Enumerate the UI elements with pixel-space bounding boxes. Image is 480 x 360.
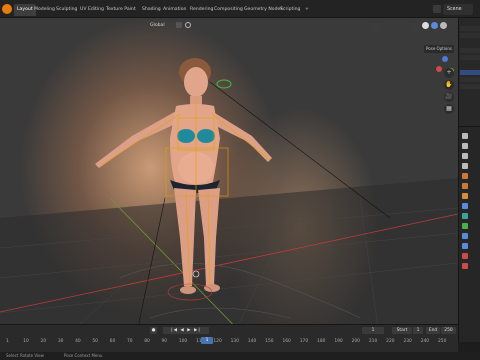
frame-number: 210 — [368, 339, 378, 344]
frame-number: 240 — [420, 339, 430, 344]
start-frame-field[interactable]: 1 — [413, 327, 423, 334]
frame-number: 190 — [334, 339, 343, 344]
frame-number: 20 — [40, 339, 47, 344]
modifier-properties-icon[interactable] — [462, 203, 468, 209]
frame-number: 230 — [403, 339, 412, 344]
viewport-canvas — [0, 58, 458, 342]
frame-number: 30 — [57, 339, 64, 344]
tool-properties-icon[interactable] — [462, 133, 468, 139]
transform-orientation-dropdown[interactable]: Global — [150, 21, 165, 31]
frame-number: 160 — [282, 339, 291, 344]
current-frame-field[interactable]: 1 — [362, 327, 384, 334]
start-frame-label: Start — [392, 327, 412, 334]
tab-scripting[interactable]: Scripting — [280, 4, 300, 16]
scene-properties-icon[interactable] — [462, 173, 468, 179]
frame-number: 40 — [75, 339, 81, 344]
outliner-row-selected[interactable] — [460, 70, 480, 75]
solid-shading-icon[interactable] — [422, 22, 429, 29]
overlay-icon[interactable] — [372, 22, 380, 29]
scene-selector-icon[interactable] — [433, 5, 441, 13]
workspace-topbar: Layout Modeling Sculpting UV Editing Tex… — [0, 0, 480, 18]
render-properties-icon[interactable] — [462, 143, 468, 149]
material-shading-icon[interactable] — [431, 22, 438, 29]
outliner-row[interactable] — [460, 77, 480, 82]
playhead[interactable]: 1 — [201, 337, 213, 344]
frame-number: 140 — [247, 339, 257, 344]
frame-number: 80 — [144, 339, 150, 344]
output-properties-icon[interactable] — [462, 153, 468, 159]
camera-view-button[interactable]: 🎥 — [444, 92, 454, 102]
zoom-button[interactable]: + — [444, 68, 454, 78]
pan-button[interactable]: ✋ — [444, 80, 454, 90]
gizmo-z-axis[interactable] — [442, 56, 448, 62]
outliner-row[interactable] — [460, 84, 480, 89]
frame-number: 50 — [92, 339, 98, 344]
status-bar: Select Rotate View Pose Context Menu — [0, 352, 480, 360]
outliner-row[interactable] — [460, 33, 480, 38]
tab-shading[interactable]: Shading — [142, 4, 161, 16]
proportional-edit-icon[interactable] — [185, 22, 191, 28]
frame-number: 70 — [126, 339, 133, 344]
material-properties-icon[interactable] — [462, 253, 468, 259]
world-properties-icon[interactable] — [462, 183, 468, 189]
viewport-header: Global — [0, 18, 458, 38]
tab-compositing[interactable]: Compositing — [214, 4, 243, 16]
tab-layout[interactable]: Layout — [14, 4, 36, 16]
status-select-hint: Select — [6, 353, 19, 358]
frame-number: 250 — [438, 339, 447, 344]
tab-rendering[interactable]: Rendering — [190, 4, 213, 16]
xray-icon[interactable] — [412, 22, 420, 29]
frame-number: 220 — [386, 339, 395, 344]
outliner-row[interactable] — [460, 55, 480, 60]
bone-properties-icon[interactable] — [462, 233, 468, 239]
playback-controls[interactable]: |◀ ◀ ▶ ▶| — [163, 327, 209, 334]
end-frame-field[interactable]: 250 — [441, 327, 456, 334]
frame-number: 150 — [265, 339, 274, 344]
pose-options-dropdown[interactable]: Pose Options — [424, 45, 454, 53]
properties-panel[interactable] — [458, 126, 480, 342]
outliner-panel[interactable] — [458, 18, 480, 126]
view-layer-icon[interactable] — [462, 163, 468, 169]
gizmo-x-axis[interactable] — [436, 66, 442, 72]
add-workspace-button[interactable]: + — [305, 4, 309, 16]
data-properties-icon[interactable] — [462, 223, 468, 229]
bone-constraint-icon[interactable] — [462, 243, 468, 249]
status-rotate-hint: Rotate View — [20, 353, 44, 358]
timeline-panel[interactable]: ● |◀ ◀ ▶ ▶| 1 Start 1 End 250 1 10 20 30 40 5… — [0, 324, 458, 352]
physics-properties-icon[interactable] — [462, 213, 468, 219]
frame-number: 130 — [230, 339, 240, 344]
record-button[interactable]: ● — [150, 327, 157, 334]
perspective-toggle-button[interactable]: ▦ — [444, 104, 454, 114]
tab-animation[interactable]: Animation — [163, 4, 186, 16]
snap-icon[interactable] — [176, 22, 182, 28]
scene-selector[interactable]: Scene — [443, 4, 473, 15]
frame-number: 170 — [299, 339, 309, 344]
frame-number: 180 — [317, 339, 326, 344]
end-frame-label: End — [426, 327, 440, 334]
frame-number: 10 — [23, 339, 29, 344]
tab-uv-editing[interactable]: UV Editing — [80, 4, 104, 16]
tab-geometry-nodes[interactable]: Geometry Nodes — [244, 4, 283, 16]
status-context-hint: Pose Context Menu — [64, 353, 103, 358]
tab-modeling[interactable]: Modeling — [34, 4, 55, 16]
outliner-row[interactable] — [460, 26, 480, 31]
frame-number: 120 — [213, 339, 222, 344]
frame-number: 200 — [351, 339, 360, 344]
frame-ruler[interactable]: 1102030405060708090100110120130140150160… — [0, 335, 458, 351]
frame-number: 100 — [178, 339, 188, 344]
3d-viewport[interactable]: Global Pose Options + ✋ 🎥 ▦ — [0, 18, 458, 342]
head-controller[interactable] — [216, 79, 232, 89]
texture-properties-icon[interactable] — [462, 263, 468, 269]
object-properties-icon[interactable] — [462, 193, 468, 199]
frame-number: 60 — [109, 339, 116, 344]
outliner-row[interactable] — [460, 48, 480, 53]
tab-texture-paint[interactable]: Texture Paint — [106, 4, 136, 16]
rendered-shading-icon[interactable] — [440, 22, 447, 29]
tab-sculpting[interactable]: Sculpting — [56, 4, 77, 16]
frame-number: 1 — [6, 339, 9, 344]
blender-logo-icon[interactable] — [2, 4, 12, 14]
frame-number: 90 — [161, 339, 168, 344]
